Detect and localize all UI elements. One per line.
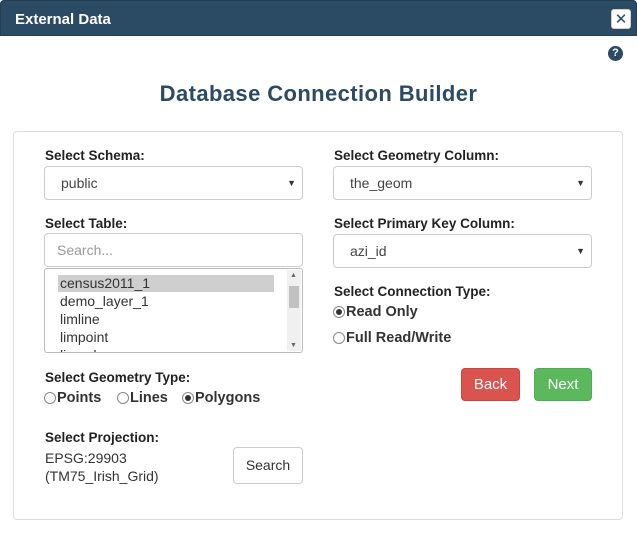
radio-points[interactable] [44,392,56,404]
chevron-down-icon: ▼ [287,178,296,188]
table-list-item[interactable]: limline [58,311,274,328]
radio-points-label: Points [57,390,102,406]
projection-search-button[interactable]: Search [233,447,303,484]
connection-type-full[interactable]: Full Read/Write [333,330,451,346]
scroll-down-icon[interactable]: ▼ [290,342,297,349]
primary-key-label: Select Primary Key Column: [334,216,515,231]
radio-read-only[interactable] [333,306,345,318]
schema-select[interactable]: public ▼ [44,166,303,200]
geometry-type-points[interactable]: Points [44,390,101,406]
back-button[interactable]: Back [461,368,520,401]
radio-full-read-write[interactable] [333,332,345,344]
table-search-input[interactable]: Search... [44,233,303,267]
projection-code: EPSG:29903 [45,450,127,466]
table-label: Select Table: [45,216,128,231]
table-list-item[interactable]: demo_layer_1 [58,293,274,310]
help-icon[interactable]: ? [608,46,623,61]
primary-key-value: azi_id [350,243,387,259]
geometry-column-label: Select Geometry Column: [334,148,500,163]
scroll-up-icon[interactable]: ▲ [290,272,297,279]
schema-select-value: public [61,175,98,191]
table-list-scrollbar[interactable]: ▲ ▼ [287,270,301,351]
radio-polygons-label: Polygons [195,390,261,406]
radio-lines[interactable] [117,392,129,404]
next-button[interactable]: Next [534,368,592,401]
table-listbox[interactable]: census2011_1 demo_layer_1 limline limpoi… [44,268,303,353]
radio-polygons[interactable] [182,392,194,404]
connection-type-label: Select Connection Type: [334,284,491,299]
radio-read-only-label: Read Only [346,304,418,320]
geometry-type-lines[interactable]: Lines [117,390,168,406]
close-icon[interactable]: ✕ [611,9,631,29]
primary-key-select[interactable]: azi_id ▼ [333,234,592,268]
chevron-down-icon: ▼ [576,178,585,188]
schema-label: Select Schema: [45,148,145,163]
radio-lines-label: Lines [130,390,168,406]
projection-name: (TM75_Irish_Grid) [45,468,159,484]
table-list-item[interactable]: limpoly [58,347,274,352]
page-title: Database Connection Builder [159,81,478,106]
connection-type-read-only[interactable]: Read Only [333,304,418,320]
geometry-column-value: the_geom [350,175,413,191]
chevron-down-icon: ▼ [576,246,585,256]
projection-label: Select Projection: [45,430,160,445]
projection-value: EPSG:29903 (TM75_Irish_Grid) [45,449,159,485]
table-list-item[interactable]: census2011_1 [58,275,274,292]
geometry-column-select[interactable]: the_geom ▼ [333,166,592,200]
radio-full-read-write-label: Full Read/Write [346,330,452,346]
window-title: External Data [15,11,111,28]
geometry-type-polygons[interactable]: Polygons [182,390,260,406]
table-list-item[interactable]: limpoint [58,329,274,346]
window-titlebar: External Data ✕ [0,0,637,36]
scrollbar-thumb[interactable] [289,286,299,308]
geometry-type-label: Select Geometry Type: [45,370,191,385]
